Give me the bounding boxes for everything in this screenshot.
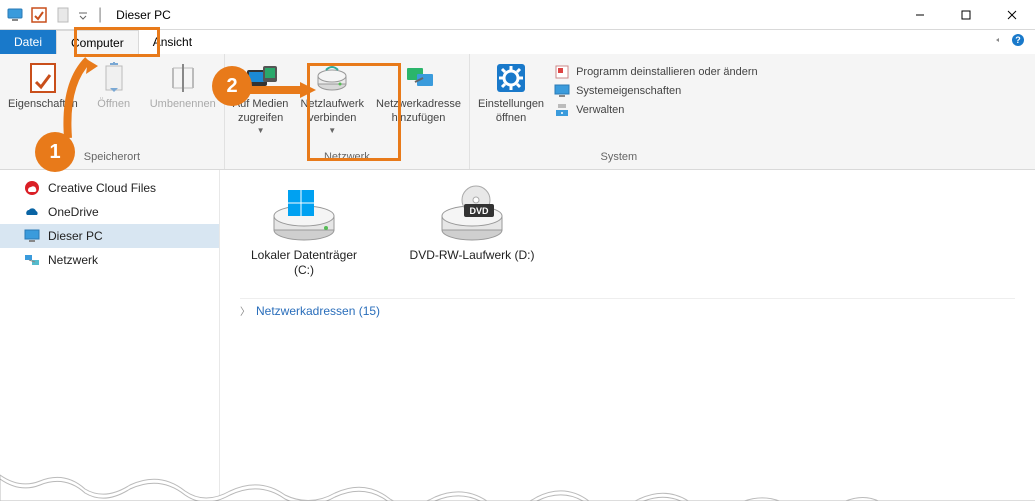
gear-icon bbox=[493, 60, 529, 96]
media-icon bbox=[243, 60, 279, 96]
ribbon: Eigenschaften Öffnen Umbenennen Speicher… bbox=[0, 54, 1035, 170]
network-drive-icon bbox=[314, 60, 350, 96]
properties-qat-icon[interactable] bbox=[30, 6, 48, 24]
media-access-label: Auf Medien zugreifen bbox=[233, 98, 289, 126]
manage-label: Verwalten bbox=[576, 104, 624, 116]
chevron-down-icon: ▼ bbox=[328, 126, 336, 135]
map-network-drive-button[interactable]: Netzlaufwerk verbinden ▼ bbox=[294, 58, 370, 137]
properties-button[interactable]: Eigenschaften bbox=[2, 58, 84, 114]
rename-button: Umbenennen bbox=[144, 58, 222, 114]
open-settings-label: Einstellungen öffnen bbox=[478, 98, 544, 126]
items-view[interactable]: Lokaler Datenträger (C:) DVD DVD-RW-Lauf… bbox=[220, 170, 1035, 501]
content-area: Creative Cloud Files OneDrive Dieser PC … bbox=[0, 170, 1035, 501]
nav-creative-cloud[interactable]: Creative Cloud Files bbox=[0, 176, 219, 200]
network-icon bbox=[24, 252, 40, 268]
local-disk-icon bbox=[268, 184, 340, 244]
dvd-drive-icon: DVD bbox=[436, 184, 508, 244]
add-netloc-icon bbox=[401, 60, 437, 96]
rename-icon bbox=[165, 60, 201, 96]
manage-icon bbox=[554, 102, 570, 118]
nav-item-label: OneDrive bbox=[48, 205, 99, 219]
help-icon[interactable]: ? bbox=[1011, 33, 1025, 52]
tab-view[interactable]: Ansicht bbox=[139, 30, 206, 54]
svg-text:DVD: DVD bbox=[469, 206, 489, 216]
ribbon-group-location: Eigenschaften Öffnen Umbenennen Speicher… bbox=[0, 54, 225, 169]
drive-label: Lokaler Datenträger (C:) bbox=[240, 248, 368, 278]
uninstall-label: Programm deinstallieren oder ändern bbox=[576, 66, 758, 78]
nav-onedrive[interactable]: OneDrive bbox=[0, 200, 219, 224]
nav-item-label: Netzwerk bbox=[48, 253, 98, 267]
section-network-addresses[interactable]: 〉 Netzwerkadressen (15) bbox=[240, 298, 1015, 322]
svg-text:?: ? bbox=[1015, 35, 1021, 45]
drive-local-c[interactable]: Lokaler Datenträger (C:) bbox=[240, 184, 368, 278]
title-bar: | Dieser PC bbox=[0, 0, 1035, 30]
ribbon-group-network: Auf Medien zugreifen ▼ Netzlaufwerk verb… bbox=[225, 54, 470, 169]
nav-network[interactable]: Netzwerk bbox=[0, 248, 219, 272]
onedrive-icon bbox=[24, 204, 40, 220]
chevron-right-icon: 〉 bbox=[240, 303, 250, 318]
qat-dropdown-icon[interactable] bbox=[78, 6, 88, 24]
torn-edge-decoration bbox=[0, 465, 1035, 501]
qat-placeholder-icon bbox=[54, 6, 72, 24]
properties-label: Eigenschaften bbox=[8, 98, 78, 112]
chevron-down-icon: ▼ bbox=[257, 126, 265, 135]
ribbon-group-network-label: Netzwerk bbox=[225, 151, 469, 169]
navigation-pane: Creative Cloud Files OneDrive Dieser PC … bbox=[0, 170, 220, 501]
ribbon-tabs: Datei Computer Ansicht ? bbox=[0, 30, 1035, 54]
manage-button[interactable]: Verwalten bbox=[554, 102, 758, 118]
pin-icon[interactable] bbox=[987, 33, 1001, 52]
media-access-button[interactable]: Auf Medien zugreifen ▼ bbox=[227, 58, 295, 137]
window-title: Dieser PC bbox=[112, 8, 171, 22]
system-properties-label: Systemeigenschaften bbox=[576, 85, 681, 97]
add-netloc-label: Netzwerkadresse hinzufügen bbox=[376, 98, 461, 126]
minimize-button[interactable] bbox=[897, 0, 943, 30]
close-button[interactable] bbox=[989, 0, 1035, 30]
nav-item-label: Creative Cloud Files bbox=[48, 181, 156, 195]
properties-icon bbox=[25, 60, 61, 96]
monitor-icon bbox=[554, 83, 570, 99]
system-properties-button[interactable]: Systemeigenschaften bbox=[554, 83, 758, 99]
open-settings-button[interactable]: Einstellungen öffnen bbox=[472, 58, 550, 128]
this-pc-icon bbox=[24, 228, 40, 244]
drive-label: DVD-RW-Laufwerk (D:) bbox=[410, 248, 535, 263]
map-drive-label: Netzlaufwerk verbinden bbox=[300, 98, 364, 126]
ribbon-group-system: Einstellungen öffnen Programm deinstalli… bbox=[470, 54, 768, 169]
add-network-location-button[interactable]: Netzwerkadresse hinzufügen bbox=[370, 58, 467, 128]
drive-dvd-d[interactable]: DVD DVD-RW-Laufwerk (D:) bbox=[408, 184, 536, 278]
title-separator: | bbox=[94, 6, 106, 24]
uninstall-icon bbox=[554, 64, 570, 80]
maximize-button[interactable] bbox=[943, 0, 989, 30]
open-button: Öffnen bbox=[84, 58, 144, 114]
tab-computer[interactable]: Computer bbox=[56, 30, 139, 54]
rename-label: Umbenennen bbox=[150, 98, 216, 112]
nav-this-pc[interactable]: Dieser PC bbox=[0, 224, 219, 248]
open-icon bbox=[96, 60, 132, 96]
section-label: Netzwerkadressen (15) bbox=[256, 304, 380, 318]
uninstall-programs-button[interactable]: Programm deinstallieren oder ändern bbox=[554, 64, 758, 80]
tab-file[interactable]: Datei bbox=[0, 30, 56, 54]
nav-item-label: Dieser PC bbox=[48, 229, 103, 243]
creative-cloud-icon bbox=[24, 180, 40, 196]
ribbon-group-system-label: System bbox=[470, 151, 768, 169]
open-label: Öffnen bbox=[97, 98, 130, 112]
ribbon-group-location-label: Speicherort bbox=[0, 151, 224, 169]
this-pc-icon bbox=[6, 6, 24, 24]
